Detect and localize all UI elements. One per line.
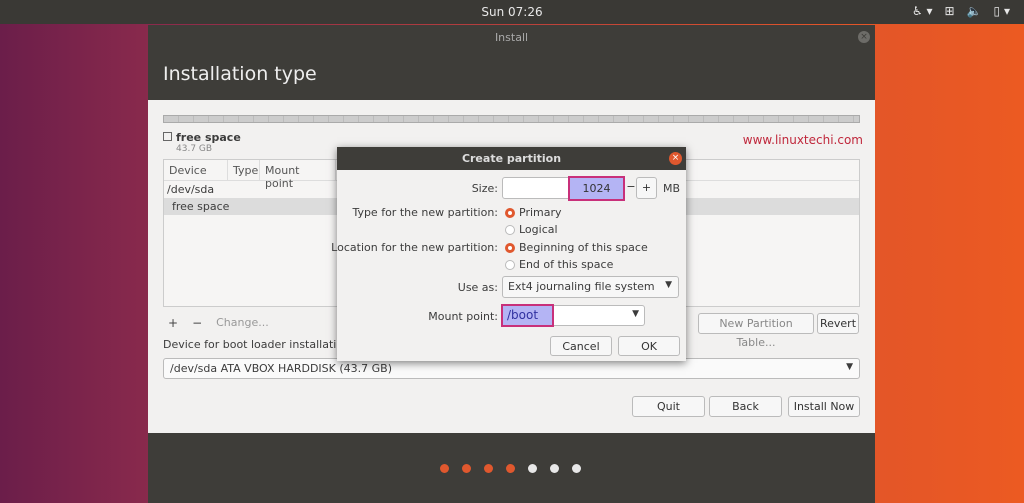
dropdown-icon: ▼: [632, 309, 639, 319]
revert-button[interactable]: Revert: [817, 313, 859, 334]
radio-label: Logical: [519, 223, 558, 236]
network-icon[interactable]: ⊞: [945, 4, 955, 18]
progress-dot: [550, 464, 559, 473]
remove-partition-button[interactable]: −: [192, 316, 202, 330]
new-partition-table-button[interactable]: New Partition Table...: [698, 313, 814, 349]
size-label: Size:: [471, 182, 498, 195]
radio-beginning[interactable]: Beginning of this space: [505, 241, 648, 254]
boot-loader-select[interactable]: /dev/sda ATA VBOX HARDDISK (43.7 GB) ▼: [163, 358, 860, 379]
partition-tools: + − Change...: [168, 316, 269, 330]
progress-dot: [572, 464, 581, 473]
size-unit: MB: [663, 182, 681, 195]
size-value[interactable]: 1024: [568, 176, 625, 201]
battery-icon[interactable]: ▯ ▾: [994, 4, 1010, 18]
dialog-title: Create partition: [337, 147, 686, 170]
boot-loader-label: Device for boot loader installation:: [163, 338, 354, 351]
progress-dot: [528, 464, 537, 473]
accessibility-icon[interactable]: ♿ ▾: [912, 4, 933, 18]
radio-end[interactable]: End of this space: [505, 258, 613, 271]
progress-dots: [440, 464, 581, 473]
close-dialog-button[interactable]: ×: [669, 152, 682, 165]
mount-point-label: Mount point:: [428, 310, 498, 323]
change-partition-button[interactable]: Change...: [216, 316, 269, 330]
radio-primary[interactable]: Primary: [505, 206, 562, 219]
radio-label: End of this space: [519, 258, 614, 271]
top-bar: Sun 07:26 ♿ ▾ ⊞ 🔈 ▯ ▾: [0, 0, 1024, 24]
free-space-label: free space: [176, 131, 241, 144]
radio-logical[interactable]: Logical: [505, 223, 558, 236]
increase-size-button[interactable]: +: [636, 177, 657, 199]
location-label: Location for the new partition:: [331, 241, 498, 254]
system-tray[interactable]: ♿ ▾ ⊞ 🔈 ▯ ▾: [912, 4, 1010, 18]
use-as-select[interactable]: Ext4 journaling file system ▼: [502, 276, 679, 298]
ok-button[interactable]: OK: [618, 336, 680, 356]
add-partition-button[interactable]: +: [168, 316, 178, 330]
progress-dot: [440, 464, 449, 473]
free-space-size: 43.7 GB: [176, 144, 213, 154]
mount-point-value[interactable]: /boot: [501, 304, 554, 327]
install-now-button[interactable]: Install Now: [788, 396, 860, 417]
window-title: Install: [494, 31, 529, 44]
volume-icon[interactable]: 🔈: [967, 4, 982, 18]
close-window-button[interactable]: ×: [858, 31, 870, 43]
legend-swatch: [163, 132, 172, 141]
radio-label: Beginning of this space: [519, 241, 648, 254]
back-button[interactable]: Back: [709, 396, 782, 417]
column-type[interactable]: Type: [228, 160, 260, 180]
create-partition-dialog: Create partition × Size: 1024 − + MB Typ…: [331, 147, 686, 361]
quit-button[interactable]: Quit: [632, 396, 705, 417]
free-space-legend: free space: [163, 131, 241, 144]
type-label: Type for the new partition:: [352, 206, 498, 219]
progress-dot: [506, 464, 515, 473]
dropdown-icon: ▼: [665, 280, 672, 290]
radio-label: Primary: [519, 206, 562, 219]
use-as-value: Ext4 journaling file system: [508, 280, 655, 293]
column-device[interactable]: Device: [164, 160, 228, 180]
progress-dot: [462, 464, 471, 473]
watermark: www.linuxtechi.com: [742, 133, 863, 147]
progress-dot: [484, 464, 493, 473]
boot-loader-value: /dev/sda ATA VBOX HARDDISK (43.7 GB): [170, 362, 393, 375]
page-title: Installation type: [163, 63, 317, 85]
cancel-button[interactable]: Cancel: [550, 336, 612, 356]
partition-bar: [163, 115, 860, 123]
clock[interactable]: Sun 07:26: [0, 5, 1024, 19]
dropdown-icon: ▼: [846, 362, 853, 372]
column-mount-point[interactable]: Mount point: [260, 160, 336, 190]
use-as-label: Use as:: [457, 281, 498, 294]
